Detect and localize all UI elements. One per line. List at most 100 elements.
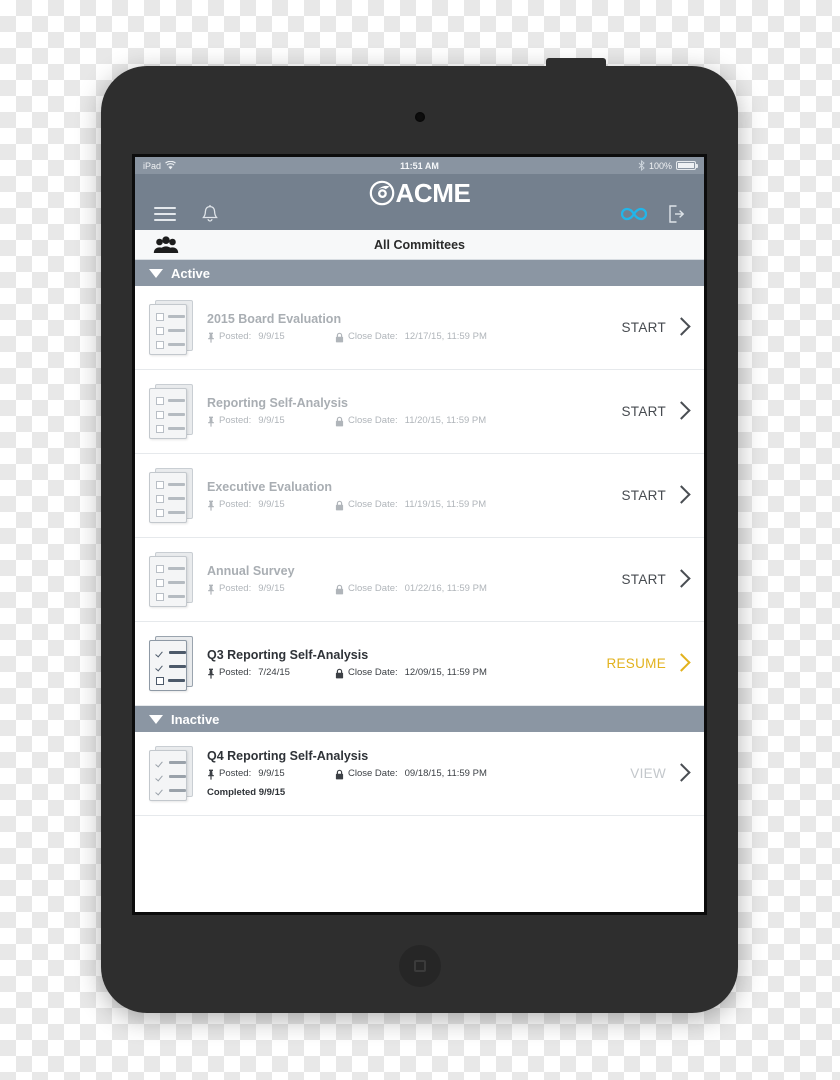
pin-icon <box>207 584 215 595</box>
device-top-notch <box>546 58 606 72</box>
app-header: ACME <box>135 174 704 230</box>
posted-value: 7/24/15 <box>258 667 290 679</box>
checklist-line <box>156 663 186 671</box>
row-action[interactable]: START <box>621 483 694 509</box>
acme-logo: ACME <box>369 180 471 206</box>
row-body: Q3 Reporting Self-Analysis Posted: 7/24/… <box>207 648 606 680</box>
chevron-right-icon[interactable] <box>674 483 690 509</box>
table-row[interactable]: Reporting Self-Analysis Posted: 9/9/15 C… <box>135 370 704 454</box>
close-date-group: Close Date: 11/19/15, 11:59 PM <box>335 499 486 511</box>
checklist-line <box>156 480 186 489</box>
row-title: Annual Survey <box>207 563 295 578</box>
checkbox-icon <box>156 508 164 517</box>
hamburger-menu-icon[interactable] <box>154 207 176 221</box>
ios-status-bar: iPad 11:51 AM 100% <box>135 157 704 174</box>
checklist-bar <box>168 427 185 430</box>
posted-label: Posted: <box>219 331 252 343</box>
infinity-link-icon[interactable] <box>621 206 647 222</box>
checklist-line <box>156 676 186 685</box>
close-date-value: 11/19/15, 11:59 PM <box>404 499 487 511</box>
row-meta: Posted: 9/9/15 Close Date: 11/19/15, 11:… <box>207 499 621 511</box>
row-title: Executive Evaluation <box>207 479 333 494</box>
checklist-line <box>156 494 186 503</box>
checkbox-icon <box>156 410 164 419</box>
caret-down-icon[interactable] <box>149 714 163 724</box>
posted-group: Posted: 9/9/15 <box>207 499 335 511</box>
chevron-right-icon[interactable] <box>674 315 690 341</box>
row-action[interactable]: START <box>621 567 694 593</box>
people-group-icon[interactable] <box>153 235 179 255</box>
table-row[interactable]: Q4 Reporting Self-Analysis Posted: 9/9/1… <box>135 732 704 816</box>
close-date-label: Close Date: <box>348 331 398 343</box>
check-mark-icon <box>156 759 165 767</box>
check-mark-icon <box>156 787 165 795</box>
close-date-label: Close Date: <box>348 667 398 679</box>
checkbox-icon <box>156 326 164 335</box>
row-title: 2015 Board Evaluation <box>207 311 342 326</box>
row-body: Q4 Reporting Self-Analysis Posted: 9/9/1… <box>207 749 630 799</box>
chevron-right-icon[interactable] <box>674 761 690 787</box>
checklist-bar <box>168 329 185 332</box>
close-date-value: 12/09/15, 11:59 PM <box>404 667 487 679</box>
action-label[interactable]: VIEW <box>630 766 666 781</box>
section-header-active[interactable]: Active <box>135 260 704 286</box>
table-row[interactable]: 2015 Board Evaluation Posted: 9/9/15 Clo… <box>135 286 704 370</box>
action-label[interactable]: START <box>621 320 666 335</box>
header-right-icons <box>621 204 685 224</box>
check-mark-icon <box>156 649 165 657</box>
row-action[interactable]: RESUME <box>606 651 694 677</box>
bell-icon[interactable] <box>201 204 219 224</box>
completed-label: Completed 9/9/15 <box>207 787 286 799</box>
checklist-bar <box>168 595 185 598</box>
table-row[interactable]: Annual Survey Posted: 9/9/15 Close Date:… <box>135 538 704 622</box>
checklist-line <box>156 759 186 767</box>
close-date-label: Close Date: <box>348 583 398 595</box>
checklist-line <box>156 312 186 321</box>
section-header-inactive[interactable]: Inactive <box>135 706 704 732</box>
checklist-bar <box>169 651 186 654</box>
action-label[interactable]: START <box>621 404 666 419</box>
checklist-unchecked-icon <box>149 299 195 356</box>
close-date-group: Close Date: 12/09/15, 11:59 PM <box>335 667 487 679</box>
tablet-screen: iPad 11:51 AM 100% ACME All Committees A… <box>132 154 707 915</box>
close-date-group: Close Date: 12/17/15, 11:59 PM <box>335 331 487 343</box>
table-row[interactable]: Executive Evaluation Posted: 9/9/15 Clos… <box>135 454 704 538</box>
row-meta: Posted: 9/9/15 Close Date: 12/17/15, 11:… <box>207 331 621 343</box>
checkbox-icon <box>156 494 164 503</box>
checklist-bar <box>168 399 185 402</box>
check-mark-icon <box>156 773 165 781</box>
action-label[interactable]: RESUME <box>606 656 666 671</box>
row-title: Reporting Self-Analysis <box>207 395 348 410</box>
pin-icon <box>207 500 215 511</box>
checklist-complete-icon <box>149 745 195 802</box>
row-action[interactable]: START <box>621 315 694 341</box>
action-label[interactable]: START <box>621 572 666 587</box>
chevron-right-icon[interactable] <box>674 651 690 677</box>
chevron-right-icon[interactable] <box>674 567 690 593</box>
action-label[interactable]: START <box>621 488 666 503</box>
row-meta: Posted: 9/9/15 Close Date: 09/18/15, 11:… <box>207 768 630 780</box>
row-body: Executive Evaluation Posted: 9/9/15 Clos… <box>207 480 621 512</box>
status-bar-right: 100% <box>638 160 698 171</box>
pin-icon <box>207 769 215 780</box>
row-action[interactable]: VIEW <box>630 761 694 787</box>
row-body: 2015 Board Evaluation Posted: 9/9/15 Clo… <box>207 312 621 344</box>
home-button[interactable] <box>398 945 441 987</box>
row-title: Q4 Reporting Self-Analysis <box>207 748 369 763</box>
row-action[interactable]: START <box>621 399 694 425</box>
table-row[interactable]: Q3 Reporting Self-Analysis Posted: 7/24/… <box>135 622 704 706</box>
checkbox-icon <box>156 340 164 349</box>
close-date-value: 12/17/15, 11:59 PM <box>404 331 487 343</box>
logout-icon[interactable] <box>667 204 685 224</box>
posted-label: Posted: <box>219 499 252 511</box>
committees-bar[interactable]: All Committees <box>135 230 704 260</box>
checklist-partial-icon <box>149 635 195 692</box>
checklist-line <box>156 396 186 405</box>
checklist-line <box>156 424 186 433</box>
checklist-line <box>156 340 186 349</box>
caret-down-icon[interactable] <box>149 268 163 278</box>
header-left-icons <box>154 204 219 224</box>
checklist-line <box>156 773 186 781</box>
document-front-page <box>149 471 187 523</box>
chevron-right-icon[interactable] <box>674 399 690 425</box>
